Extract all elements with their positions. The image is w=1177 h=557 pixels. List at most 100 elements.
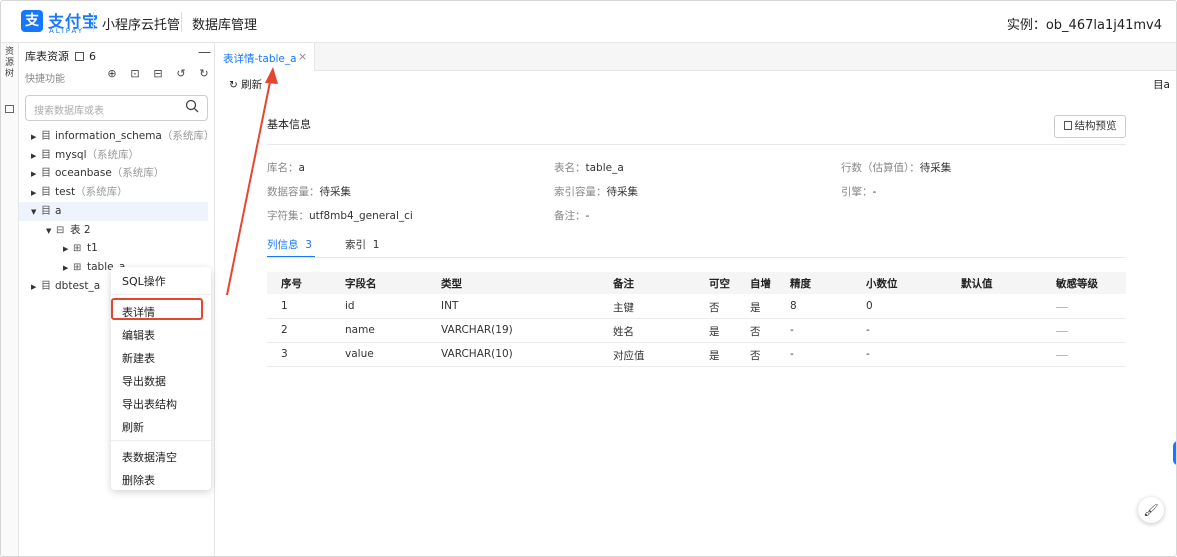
tab-indexes[interactable]: 索引 1 <box>345 237 379 252</box>
search-input[interactable]: 搜索数据库或表 <box>25 95 208 121</box>
tree-item-tables-folder[interactable]: ▼ ⊟ 表 2 <box>19 221 208 240</box>
menu-item-refresh[interactable]: 刷新 <box>122 419 144 435</box>
tab-table-detail[interactable]: 表详情-table_a × <box>215 43 315 71</box>
expand-arrow-icon[interactable]: ▶ <box>31 278 41 297</box>
refresh-icon[interactable]: ↻ <box>197 67 211 81</box>
table-cell: 姓名 <box>613 326 634 338</box>
side-handle[interactable] <box>1173 441 1176 465</box>
column-header[interactable]: 敏感等级 <box>1056 276 1098 291</box>
structure-preview-label: 结构预览 <box>1074 120 1117 132</box>
product-name[interactable]: 小程序云托管 <box>102 14 180 33</box>
menu-item-drop-table[interactable]: 删除表 <box>122 472 155 488</box>
tree-item-label: mysql <box>55 149 87 161</box>
menu-item-export-data[interactable]: 导出数据 <box>122 373 166 389</box>
database-icon <box>74 52 84 61</box>
tree-item-label: test <box>55 186 76 198</box>
column-header[interactable]: 默认值 <box>961 276 993 291</box>
info-row-count: 行数（估算值）：待采集 <box>841 160 951 175</box>
info-comment: 备注：- <box>554 208 589 223</box>
minimize-button[interactable]: — <box>198 45 211 60</box>
info-value: - <box>872 186 877 198</box>
column-header[interactable]: 序号 <box>281 276 302 291</box>
table-row[interactable]: 1 id INT 主键 否 是 8 0 <box>267 295 1126 319</box>
refresh-icon: ↻ <box>229 79 238 91</box>
search-icon[interactable] <box>185 99 199 113</box>
sensitivity-empty <box>1056 307 1068 308</box>
sidebar-title-label: 库表资源 <box>25 50 69 63</box>
table-cell: - <box>866 324 870 336</box>
table-cell: - <box>790 348 794 360</box>
tree-item-label: dbtest_a <box>55 280 101 292</box>
column-header[interactable]: 可空 <box>709 276 730 291</box>
table-cell: INT <box>441 300 459 312</box>
info-value: a <box>298 162 305 174</box>
tab-bar: 表详情-table_a × <box>215 43 1176 71</box>
tree-item-information-schema[interactable]: ▶ 目 information_schema（系统库） <box>19 127 214 147</box>
sensitivity-empty <box>1056 331 1068 332</box>
tab-columns[interactable]: 列信息 3 <box>267 237 312 252</box>
expand-arrow-icon[interactable]: ▶ <box>31 184 41 203</box>
database-icon: 目 <box>41 187 51 198</box>
tree-item-a[interactable]: ▼ 目 a <box>19 202 208 221</box>
column-header[interactable]: 字段名 <box>345 276 377 291</box>
info-index-size: 索引容量：待采集 <box>554 184 638 199</box>
database-icon: 目 <box>41 281 51 292</box>
table-cell: 是 <box>709 350 720 362</box>
system-db-tag: （系统库） <box>161 130 215 142</box>
refresh-button[interactable]: ↻ 刷新 <box>229 77 262 92</box>
import-icon[interactable]: ⊟ <box>151 67 165 81</box>
table-row[interactable]: 3 value VARCHAR(10) 对应值 是 否 - - <box>267 343 1126 367</box>
info-engine: 引擎：- <box>841 184 876 199</box>
tree-item-test[interactable]: ▶ 目 test（系统库） <box>19 183 208 202</box>
column-header[interactable]: 备注 <box>613 276 634 291</box>
sidebar-count: 6 <box>89 50 96 63</box>
info-value: - <box>585 210 590 222</box>
tree-item-mysql[interactable]: ▶ 目 mysql（系统库） <box>19 146 208 165</box>
expand-arrow-icon[interactable]: ▶ <box>63 259 73 278</box>
folder-icon: ⊟ <box>56 225 65 236</box>
info-charset: 字符集：utf8mb4_general_ci <box>267 208 413 223</box>
paint-roller-icon[interactable]: 🖌 <box>1138 497 1164 523</box>
menu-item-new-table[interactable]: 新建表 <box>122 350 155 366</box>
resource-tree-strip[interactable]: 资源树 <box>1 43 19 556</box>
panel-icon[interactable] <box>5 105 14 113</box>
tab-label: 表详情-table_a <box>223 53 297 65</box>
tree-item-t1[interactable]: ▶ ⊞ t1 <box>19 239 208 258</box>
info-value: 待采集 <box>319 186 352 198</box>
menu-item-clear-data[interactable]: 表数据清空 <box>122 449 177 465</box>
resource-tree-tab[interactable]: 资源树 <box>3 47 16 80</box>
column-header[interactable]: 自增 <box>750 276 771 291</box>
quick-actions: ⊕ ⊡ ⊟ ↺ ↻ <box>105 67 211 81</box>
history-icon[interactable]: ↺ <box>174 67 188 81</box>
terminal-icon[interactable]: ⊡ <box>128 67 142 81</box>
menu-item-sql[interactable]: SQL操作 <box>122 273 166 289</box>
info-value: 待采集 <box>919 162 952 174</box>
alipay-logo-icon: 支 <box>21 10 43 32</box>
instance-label: 实例：ob_467la1j41mv4 <box>1006 18 1162 33</box>
column-header[interactable]: 小数位 <box>866 276 898 291</box>
table-cell: 对应值 <box>613 350 645 362</box>
table-cell: id <box>345 300 355 312</box>
table-cell: 是 <box>709 326 720 338</box>
add-circle-icon[interactable]: ⊕ <box>105 67 119 81</box>
menu-separator <box>111 294 211 295</box>
tab-columns-count: 3 <box>305 239 312 251</box>
refresh-label: 刷新 <box>241 79 263 91</box>
tree-item-oceanbase[interactable]: ▶ 目 oceanbase（系统库） <box>19 164 208 183</box>
tree-item-label: 表 2 <box>70 224 91 236</box>
info-key: 表名： <box>554 162 586 174</box>
menu-item-edit-table[interactable]: 编辑表 <box>122 327 155 343</box>
table-row[interactable]: 2 name VARCHAR(19) 姓名 是 否 - - <box>267 319 1126 343</box>
expand-arrow-icon[interactable]: ▶ <box>31 128 41 147</box>
basic-info-title: 基本信息 <box>267 118 311 131</box>
info-data-size: 数据容量：待采集 <box>267 184 351 199</box>
close-icon[interactable]: × <box>298 50 307 63</box>
menu-item-export-schema[interactable]: 导出表结构 <box>122 396 177 412</box>
column-header[interactable]: 类型 <box>441 276 462 291</box>
expand-arrow-icon[interactable]: ▶ <box>31 165 41 184</box>
expand-arrow-icon[interactable]: ▶ <box>63 240 73 259</box>
tab-indexes-label: 索引 <box>345 239 366 251</box>
column-header[interactable]: 精度 <box>790 276 811 291</box>
structure-preview-button[interactable]: 结构预览 <box>1054 115 1126 138</box>
collapse-arrow-icon[interactable]: ▼ <box>31 203 41 222</box>
